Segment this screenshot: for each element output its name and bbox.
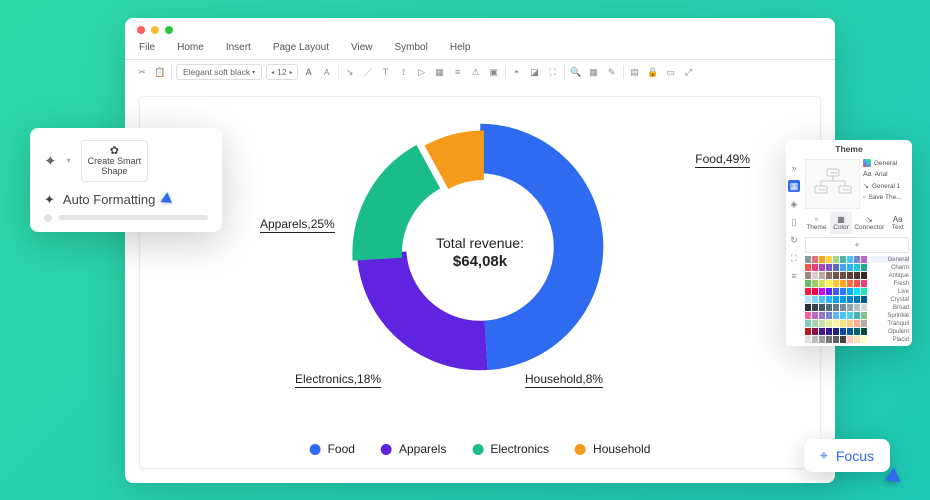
- svg-text:text: text: [843, 187, 850, 192]
- ruler-icon[interactable]: ▦: [587, 65, 601, 79]
- side-layers-icon[interactable]: ◈: [788, 198, 800, 210]
- palette-row[interactable]: Opulent: [805, 328, 909, 335]
- theme-opt-general1[interactable]: General 1: [872, 183, 901, 190]
- lock-icon[interactable]: 🔒: [646, 65, 660, 79]
- cursor-icon: [161, 192, 176, 208]
- tab-theme[interactable]: ▫Theme: [805, 212, 828, 234]
- more-icon[interactable]: ▤: [628, 65, 642, 79]
- toolbar: ✂ 📋 Elegant soft black▾ ◂12▸ A A ↘ ／ T ⟟…: [125, 60, 835, 84]
- theme-opt-arial[interactable]: Arial: [875, 171, 888, 178]
- menu-view[interactable]: View: [351, 42, 373, 53]
- text-icon[interactable]: T: [379, 65, 393, 79]
- expand-icon[interactable]: ⤢: [682, 65, 696, 79]
- slice-label-household: Household,8%: [525, 372, 603, 388]
- pointer-icon[interactable]: ▷: [415, 65, 429, 79]
- close-dot[interactable]: [137, 26, 145, 34]
- palette-row[interactable]: Placid: [805, 336, 909, 343]
- cut-icon[interactable]: ✂: [135, 65, 149, 79]
- chart-legend: Food Apparels Electronics Household: [310, 442, 651, 456]
- menu-symbol[interactable]: Symbol: [395, 42, 428, 53]
- menu-home[interactable]: Home: [177, 42, 204, 53]
- app-window: File Home Insert Page Layout View Symbol…: [125, 18, 835, 483]
- sparkle-icon: ✦: [44, 192, 55, 208]
- palette-row[interactable]: Antique: [805, 272, 909, 279]
- slice-label-food: Food,49%: [695, 152, 750, 168]
- chevron-down-icon[interactable]: ▾: [67, 156, 71, 165]
- chart-center-text: Total revenue: $64,08k: [436, 234, 524, 272]
- line-icon[interactable]: ／: [361, 65, 375, 79]
- palette-row[interactable]: Sprinkle: [805, 312, 909, 319]
- palette-row[interactable]: Broad: [805, 304, 909, 311]
- font-select[interactable]: Elegant soft black▾: [176, 64, 262, 80]
- align-icon[interactable]: ≡: [451, 65, 465, 79]
- svg-text:text: text: [819, 187, 826, 192]
- tab-connector[interactable]: ↘Connector: [854, 212, 884, 234]
- paste-icon[interactable]: 📋: [153, 65, 167, 79]
- canvas[interactable]: Total revenue: $64,08k Food,49% Apparels…: [139, 96, 821, 469]
- legend-electronics: Electronics: [490, 442, 549, 456]
- theme-title: Theme: [786, 140, 912, 156]
- auto-formatting-button[interactable]: ✦ Auto Formatting: [44, 192, 212, 208]
- warning-icon[interactable]: ⚠: [469, 65, 483, 79]
- slice-label-electronics: Electronics,18%: [295, 372, 381, 388]
- tab-color[interactable]: ▦Color: [830, 212, 853, 234]
- auto-formatting-popup: ✦ ▾ ✿ Create Smart Shape ✦ Auto Formatti…: [30, 128, 222, 232]
- menu-bar: File Home Insert Page Layout View Symbol…: [125, 38, 835, 60]
- palette-row[interactable]: Live: [805, 288, 909, 295]
- group-icon[interactable]: ▣: [487, 65, 501, 79]
- menu-page-layout[interactable]: Page Layout: [273, 42, 329, 53]
- side-history-icon[interactable]: ↻: [788, 234, 800, 246]
- theme-opt-save[interactable]: Save The...: [868, 194, 901, 201]
- theme-panel: Theme » ▦ ◈ ▯ ↻ ⛶ ≡ text text text General…: [786, 140, 912, 346]
- focus-button[interactable]: ⌖ Focus: [804, 439, 890, 472]
- connector-icon[interactable]: ↘: [343, 65, 357, 79]
- search-icon[interactable]: 🔍: [569, 65, 583, 79]
- palette-row[interactable]: General: [805, 256, 909, 263]
- legend-food: Food: [328, 442, 355, 456]
- sparkle-icon[interactable]: ✦: [44, 152, 57, 170]
- window-icon[interactable]: ▭: [664, 65, 678, 79]
- theme-side-tabs: » ▦ ◈ ▯ ↻ ⛶ ≡: [786, 156, 802, 346]
- menu-help[interactable]: Help: [450, 42, 471, 53]
- max-dot[interactable]: [165, 26, 173, 34]
- pen-icon[interactable]: ✎: [605, 65, 619, 79]
- slice-label-apparels: Apparels,25%: [260, 217, 335, 233]
- layers-icon[interactable]: ▦: [433, 65, 447, 79]
- svg-text:text: text: [831, 170, 838, 175]
- crop-icon[interactable]: ⛶: [546, 65, 560, 79]
- side-fit-icon[interactable]: ⛶: [788, 252, 800, 264]
- add-palette-button[interactable]: +: [805, 237, 909, 253]
- side-grid-icon[interactable]: ▦: [788, 180, 800, 192]
- focus-icon: ⌖: [820, 447, 828, 464]
- tab-text[interactable]: AaText: [886, 212, 909, 234]
- min-dot[interactable]: [151, 26, 159, 34]
- theme-tabs: ▫Theme ▦Color ↘Connector AaText: [805, 212, 909, 234]
- palette-row[interactable]: Charm: [805, 264, 909, 271]
- side-page-icon[interactable]: ▯: [788, 216, 800, 228]
- side-share-icon[interactable]: ≡: [788, 270, 800, 282]
- palette-row[interactable]: Crystal: [805, 296, 909, 303]
- fill-icon[interactable]: ◓: [510, 65, 524, 79]
- legend-household: Household: [593, 442, 650, 456]
- font-dec-icon[interactable]: A: [320, 65, 334, 79]
- palette-list: GeneralCharmAntiqueFreshLiveCrystalBroad…: [805, 256, 909, 343]
- palette-row[interactable]: Fresh: [805, 280, 909, 287]
- theme-opt-general[interactable]: General: [874, 160, 897, 167]
- anchor-icon[interactable]: ⟟: [397, 65, 411, 79]
- shadow-icon[interactable]: ◪: [528, 65, 542, 79]
- create-smart-shape-button[interactable]: ✿ Create Smart Shape: [81, 140, 149, 182]
- menu-insert[interactable]: Insert: [226, 42, 251, 53]
- menu-file[interactable]: File: [139, 42, 155, 53]
- size-select[interactable]: ◂12▸: [266, 64, 298, 80]
- side-collapse-icon[interactable]: »: [788, 162, 800, 174]
- slider[interactable]: [44, 214, 208, 222]
- font-inc-icon[interactable]: A: [302, 65, 316, 79]
- palette-row[interactable]: Tranquil: [805, 320, 909, 327]
- legend-apparels: Apparels: [399, 442, 446, 456]
- theme-preview[interactable]: text text text: [805, 159, 860, 209]
- window-controls: [125, 18, 835, 38]
- cursor-icon: [885, 467, 906, 488]
